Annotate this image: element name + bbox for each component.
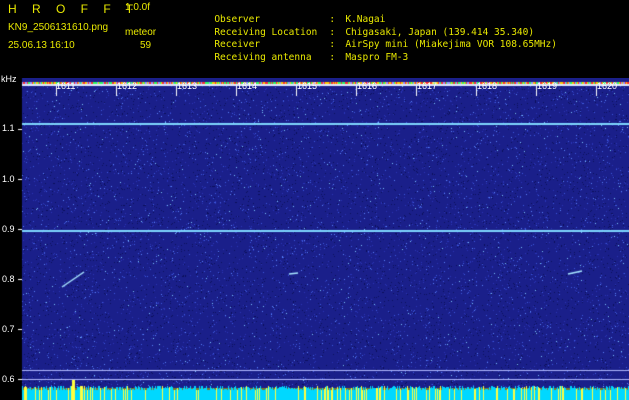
info-key: Receiving antenna	[214, 51, 312, 63]
minute-label: 1615	[297, 81, 318, 91]
info-key: Observer	[214, 14, 261, 25]
minute-label: 1619	[537, 81, 558, 91]
meteor-count: 59	[140, 40, 152, 51]
info-separator: :	[329, 26, 336, 38]
frequency-unit-label: kHz	[1, 74, 17, 84]
meteor-label: meteor	[125, 27, 157, 38]
frequency-tick-label: 0.8	[2, 274, 15, 284]
frequency-tick-label: 1.1	[2, 123, 15, 133]
minute-label: 1620	[597, 81, 618, 91]
info-value: Maspro FM-3	[345, 51, 409, 63]
info-value: AirSpy mini (Miakejima VOR 108.65MHz)	[345, 39, 557, 50]
minute-label: 1616	[357, 81, 378, 91]
minute-label: 1617	[417, 81, 438, 91]
info-separator: :	[329, 39, 336, 50]
frequency-tick-label: 0.9	[2, 224, 15, 234]
frequency-tick-label: 1.0	[2, 174, 15, 184]
file-name: KN9_2506131610.png	[8, 22, 109, 33]
minute-label: 1612	[117, 81, 138, 91]
info-value: Chigasaki, Japan (139.414 35.340)	[345, 26, 535, 38]
info-key: Receiving Location	[214, 26, 318, 38]
spectrogram-canvas	[0, 78, 629, 400]
minute-label: 1618	[477, 81, 498, 91]
app-brand: H R O F F T	[8, 2, 140, 16]
info-row-observer: Observer: K.Nagai	[180, 3, 557, 25]
observation-info: Observer: K.Nagai Receiving Location: Chig…	[180, 3, 557, 63]
info-separator: :	[329, 51, 336, 63]
minute-label: 1614	[237, 81, 258, 91]
minute-label: 1611	[56, 81, 76, 91]
frequency-tick-label: 0.7	[2, 324, 15, 334]
minute-label: 1613	[177, 81, 198, 91]
info-key: Receiver	[214, 39, 261, 50]
capture-datetime: 25.06.13 16:10	[8, 40, 75, 51]
header-panel: H R O F F T 1.0.0f KN9_2506131610.png 25…	[0, 0, 629, 78]
info-value: K.Nagai	[345, 14, 386, 25]
app-version: 1.0.0f	[125, 2, 151, 13]
frequency-tick-label: 0.6	[2, 374, 15, 384]
info-separator: :	[329, 14, 336, 25]
